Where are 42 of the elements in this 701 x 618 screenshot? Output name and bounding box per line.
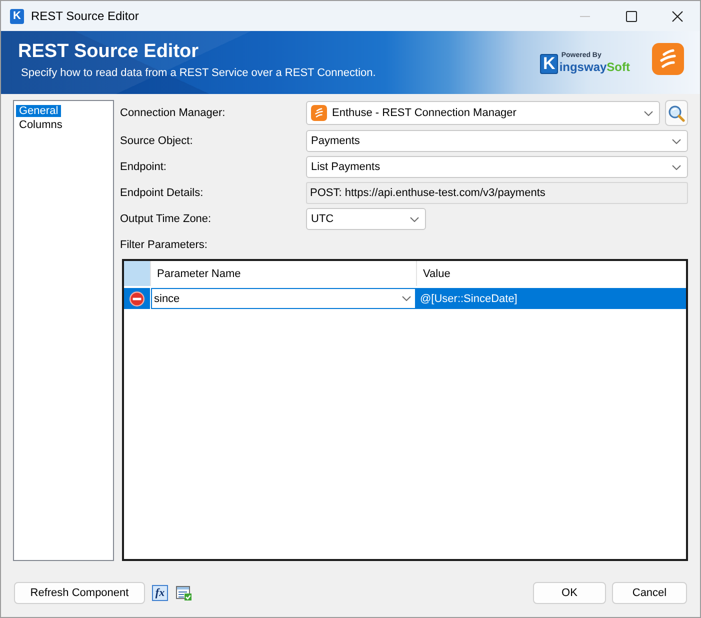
header-corner [124,261,150,286]
search-button[interactable] [665,100,688,126]
table-button[interactable] [176,585,192,601]
field-label: Connection Manager: [120,107,226,119]
caret-icon [672,138,681,144]
logo-initial: K [540,54,558,74]
page-list-item[interactable]: Columns [16,119,66,131]
dropdown[interactable]: UTC [306,208,426,230]
field-label: Endpoint: [120,161,168,173]
dropdown[interactable]: since [151,288,416,309]
remove-icon[interactable] [129,290,145,306]
page-list-item[interactable]: General [16,105,62,117]
caret-icon [672,164,681,170]
search-icon [668,104,685,122]
field-label: Output Time Zone: [120,213,212,225]
readonly-field[interactable]: POST: https://api.enthuse-test.com/v3/payments [306,182,688,204]
field-label: Source Object: [120,135,194,147]
logo-wordmark: ingswaySoft [559,60,630,74]
refresh-button[interactable]: Refresh Component [14,582,145,604]
expression-button[interactable]: fx [152,585,168,601]
caret-icon [644,110,653,116]
close-icon [672,10,682,22]
field-label: Filter Parameters: [120,239,208,251]
app-logo: K [10,8,24,24]
dropdown[interactable]: Payments [306,130,688,152]
table-cell: @[User::SinceDate] [416,288,686,309]
caret-icon [410,216,419,222]
ok-button[interactable]: OK [533,582,606,604]
maximize-icon [626,10,636,22]
header-title: REST Source Editor [18,41,199,63]
cancel-button[interactable]: Cancel [612,582,687,604]
header-subtitle: Specify how to read data from a REST Service over a REST Connection. [21,66,376,80]
caret-icon [402,296,411,301]
column-header: Parameter Name [150,261,416,286]
column-header: Value [416,261,686,286]
table-icon [176,585,192,601]
field-label: Endpoint Details: [120,187,204,199]
app-logo-icon [652,43,684,75]
connection-dropdown[interactable]: Enthuse - REST Connection Manager [306,101,660,125]
dropdown[interactable]: List Payments [306,156,688,178]
window-title: REST Source Editor [31,9,140,23]
app-logo-icon [311,105,327,121]
